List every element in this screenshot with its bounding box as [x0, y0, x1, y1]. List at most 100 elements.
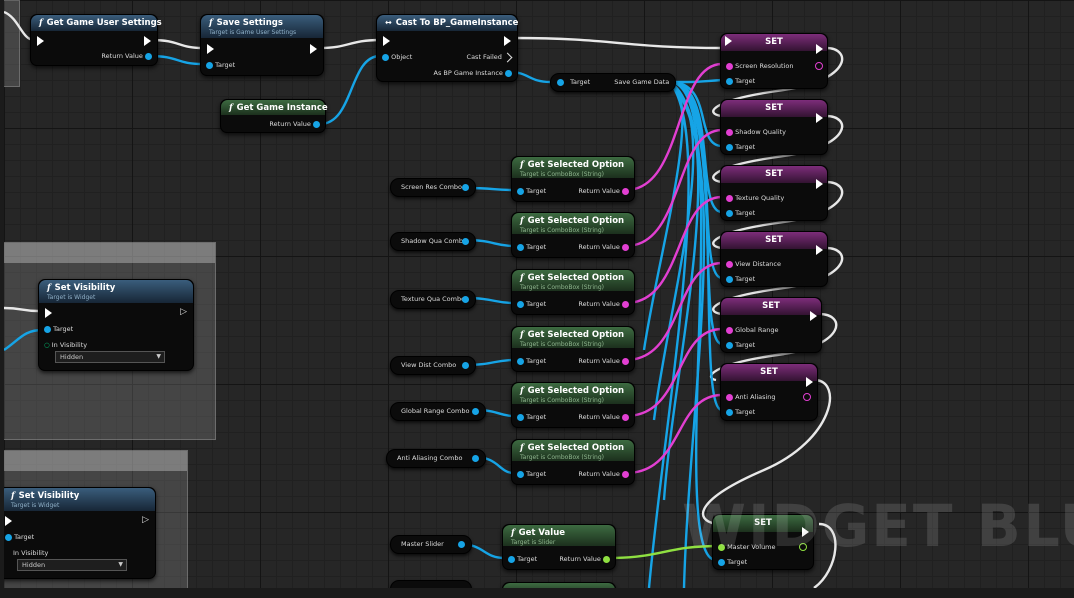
cast-failed-pin[interactable]: Cast Failed — [467, 52, 513, 62]
set-node-shadow-quality[interactable]: SET Shadow Quality Target — [720, 99, 828, 155]
get-selected-option-node-5[interactable]: f Get Selected Option Target is ComboBox (… — [511, 382, 635, 428]
get-selected-option-node-3[interactable]: f Get Selected Option Target is ComboBox (… — [511, 269, 635, 315]
value-pin[interactable]: Global Range — [726, 326, 778, 334]
target-pin[interactable]: Target — [726, 341, 755, 349]
exec-in-pin[interactable] — [5, 516, 12, 526]
return-value-pin[interactable]: Return Value — [578, 413, 629, 421]
function-icon: f — [520, 273, 524, 283]
watermark-text: WIDGET BLUE — [682, 492, 1074, 560]
target-pin[interactable]: Target — [517, 413, 546, 421]
function-icon: f — [229, 103, 233, 113]
value-pin[interactable]: Texture Quality — [726, 194, 784, 202]
set-node-anti-aliasing[interactable]: SET Anti Aliasing Target — [720, 363, 818, 421]
set-visibility-node-1[interactable]: f Set Visibility Target is Widget ▷ Targe… — [38, 279, 194, 371]
get-selected-option-node-2[interactable]: f Get Selected Option Target is ComboBox (… — [511, 212, 635, 258]
combo-var-anti-aliasing[interactable]: Anti Aliasing Combo — [386, 449, 486, 468]
value-pin[interactable]: Anti Aliasing — [726, 393, 776, 401]
get-selected-option-node-4[interactable]: f Get Selected Option Target is ComboBox (… — [511, 326, 635, 372]
target-pin[interactable]: Target — [726, 143, 755, 151]
target-pin[interactable]: Target — [5, 533, 34, 541]
exec-out-pin[interactable] — [504, 36, 511, 46]
target-pin[interactable]: Target — [726, 209, 755, 217]
get-selected-option-node-6[interactable]: f Get Selected Option Target is ComboBox (… — [511, 439, 635, 485]
object-wire-visibility — [4, 328, 43, 351]
exec-in-pin[interactable] — [37, 36, 44, 46]
cast-to-bp-gameinstance-node[interactable]: ↔ Cast To BP_GameInstance Object Cast Fai… — [376, 14, 518, 82]
get-game-user-settings-node[interactable]: f Get Game User Settings Return Value — [30, 14, 162, 66]
target-pin[interactable]: Target — [508, 555, 537, 563]
get-value-node[interactable]: f Get Value Target is Slider Target Return… — [502, 524, 616, 570]
target-pin[interactable]: Target — [517, 357, 546, 365]
exec-in-pin[interactable] — [725, 36, 732, 46]
exec-wire-3 — [513, 36, 723, 50]
combo-var-view-dist[interactable]: View Dist Combo — [390, 356, 476, 375]
set-node-texture-quality[interactable]: SET Texture Quality Target — [720, 165, 828, 221]
target-pin[interactable]: Target — [517, 243, 546, 251]
exec-out-pin[interactable]: ▷ — [180, 308, 187, 317]
set-node-global-range[interactable]: SET Global Range Target — [720, 297, 822, 353]
function-icon: f — [520, 386, 524, 396]
exec-out-pin[interactable] — [816, 44, 823, 54]
value-pin[interactable]: Screen Resolution — [726, 62, 793, 70]
combo-var-screen-res[interactable]: Screen Res Combo — [390, 178, 476, 197]
value-out-pin[interactable] — [815, 62, 823, 70]
exec-in-pin[interactable] — [207, 44, 214, 54]
exec-out-pin[interactable] — [810, 311, 817, 321]
target-pin[interactable]: Target — [44, 325, 73, 333]
combo-var-shadow-qua[interactable]: Shadow Qua Combo — [390, 232, 476, 251]
blueprint-graph-canvas[interactable]: f Get Game User Settings Return Value f Sa… — [4, 0, 1074, 588]
exec-out-pin[interactable] — [310, 44, 317, 54]
exec-out-pin[interactable]: ▷ — [142, 516, 149, 525]
visibility-dropdown[interactable]: Hidden ▼ — [55, 351, 165, 363]
target-pin[interactable]: Target — [726, 408, 755, 416]
return-value-pin[interactable]: Return Value — [578, 187, 629, 195]
function-icon: f — [520, 160, 524, 170]
as-bp-game-instance-pin[interactable]: As BP Game Instance — [434, 69, 512, 77]
return-value-pin[interactable]: Return Value — [269, 120, 320, 128]
exec-wire-1 — [151, 38, 203, 50]
exec-out-pin[interactable] — [806, 377, 813, 387]
target-pin[interactable]: Target — [517, 187, 546, 195]
set-node-view-distance[interactable]: SET View Distance Target — [720, 231, 828, 287]
exec-out-pin[interactable] — [144, 36, 151, 46]
chevron-down-icon: ▼ — [156, 353, 161, 360]
exec-wire-visibility — [4, 306, 39, 313]
exec-out-pin[interactable] — [816, 245, 823, 255]
target-pin[interactable]: Target — [726, 77, 755, 85]
value-pin[interactable]: View Distance — [726, 260, 781, 268]
save-settings-node[interactable]: f Save Settings Target is Game User Setti… — [200, 14, 324, 76]
target-pin[interactable]: Target — [206, 61, 235, 69]
return-value-pin[interactable]: Return Value — [101, 52, 152, 60]
node-title: Cast To BP_GameInstance — [395, 18, 519, 28]
exec-out-pin[interactable] — [816, 113, 823, 123]
value-out-pin[interactable] — [803, 393, 811, 401]
return-value-pin[interactable]: Return Value — [559, 555, 610, 563]
return-value-pin[interactable]: Return Value — [578, 243, 629, 251]
object-pin[interactable]: Object — [382, 53, 412, 61]
in-visibility-pin[interactable]: In Visibility — [13, 549, 48, 557]
exec-in-pin[interactable] — [383, 36, 390, 46]
slider-var-master[interactable]: Master Slider — [390, 535, 472, 554]
save-game-data-getter[interactable]: Target Save Game Data — [550, 73, 676, 92]
set-node-screen-resolution[interactable]: SET Screen Resolution Target — [720, 33, 828, 89]
target-pin[interactable]: Target — [517, 470, 546, 478]
return-value-pin[interactable]: Return Value — [578, 470, 629, 478]
return-value-pin[interactable]: Return Value — [578, 357, 629, 365]
exec-out-pin[interactable] — [816, 179, 823, 189]
node-title: Get Game Instance — [236, 103, 328, 113]
exec-in-pin[interactable] — [45, 308, 52, 318]
value-pin[interactable]: Shadow Quality — [726, 128, 786, 136]
partial-node-bottom[interactable] — [502, 582, 616, 588]
get-selected-option-node-1[interactable]: f Get Selected Option Target is ComboBox (… — [511, 156, 635, 202]
set-visibility-node-2[interactable]: f Set Visibility Target is Widget ▷ Targe… — [4, 487, 156, 579]
get-game-instance-node[interactable]: f Get Game Instance Return Value — [220, 99, 328, 133]
target-pin[interactable]: Target — [726, 275, 755, 283]
target-pin[interactable]: Target — [517, 300, 546, 308]
visibility-dropdown[interactable]: Hidden ▼ — [17, 559, 127, 571]
combo-var-texture-qua[interactable]: Texture Qua Combo — [390, 290, 476, 309]
function-icon: f — [520, 330, 524, 340]
partial-var-bottom[interactable] — [390, 580, 472, 588]
combo-var-global-range[interactable]: Global Range Combo — [390, 402, 486, 421]
in-visibility-pin[interactable]: ○ In Visibility — [44, 341, 87, 349]
return-value-pin[interactable]: Return Value — [578, 300, 629, 308]
